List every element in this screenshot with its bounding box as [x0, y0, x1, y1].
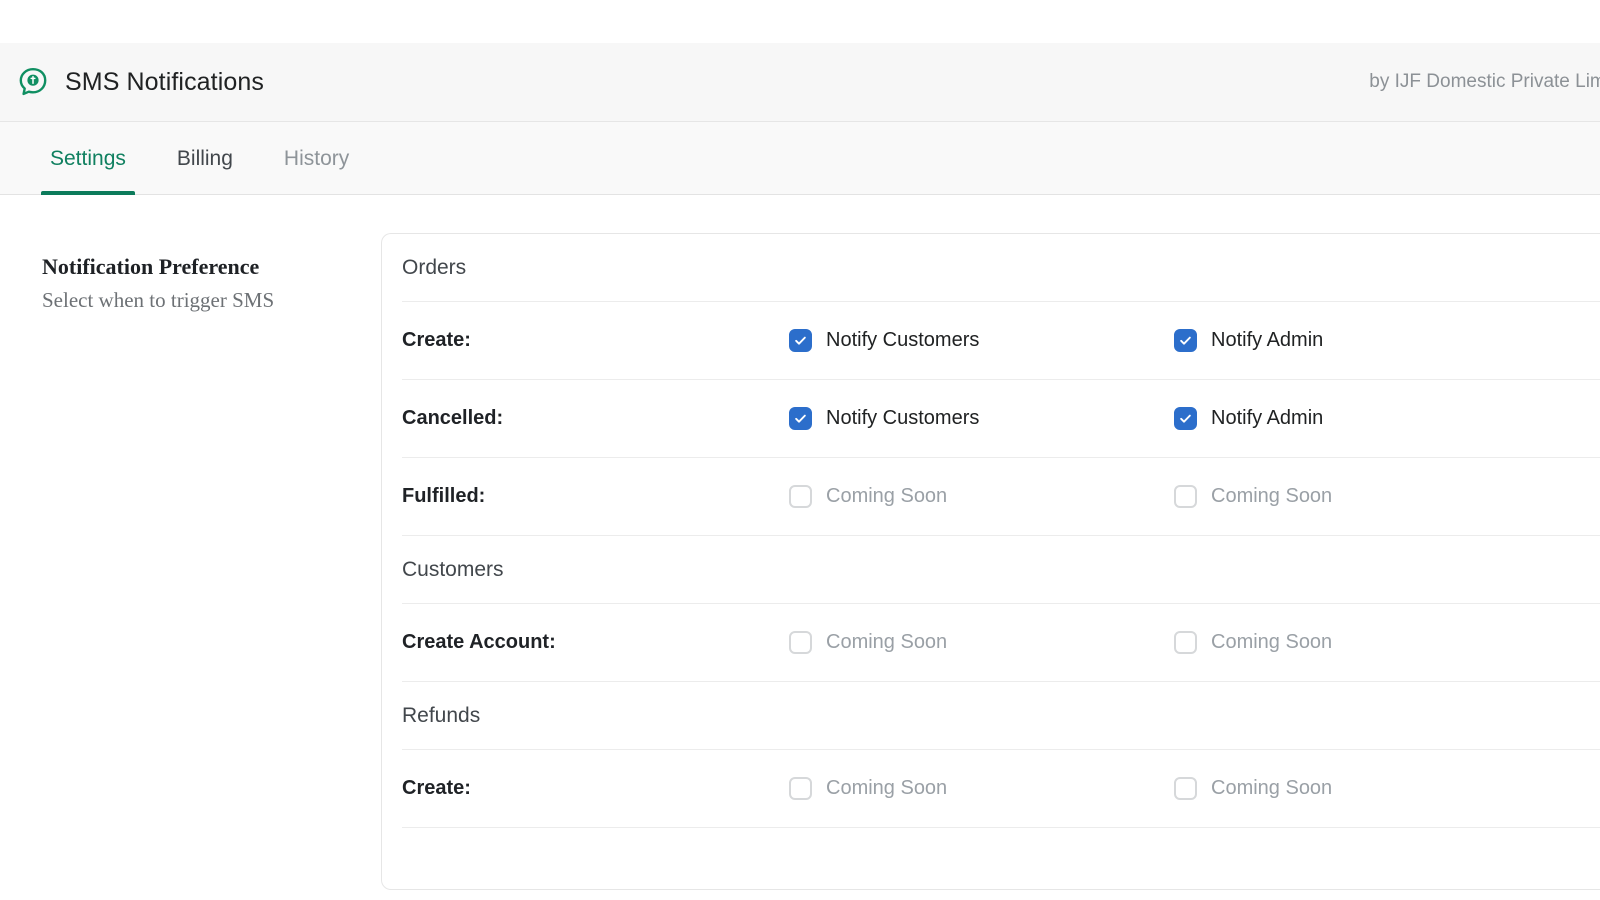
page-title: SMS Notifications	[65, 68, 264, 97]
option-label: Coming Soon	[1211, 777, 1332, 800]
section-header: Orders	[402, 234, 1600, 301]
option-label: Notify Admin	[1211, 329, 1323, 352]
coming-soon-option: Coming Soon	[789, 777, 1174, 800]
notify-option[interactable]: Notify Admin	[1174, 407, 1559, 430]
preference-row: Create Account: Coming Soon Coming Soon	[402, 604, 1600, 681]
option-label: Coming Soon	[1211, 631, 1332, 654]
notify-option[interactable]: Notify Customers	[789, 329, 1174, 352]
notification-preference-card: Orders Create: Notify Customers Notify Admi…	[381, 233, 1600, 890]
option-label: Coming Soon	[826, 631, 947, 654]
app-page: SMS Notifications by IJF Domestic Privat…	[0, 0, 1600, 900]
preference-row-label: Fulfilled:	[402, 485, 789, 508]
developer-credit: by IJF Domestic Private Limi	[1369, 71, 1600, 93]
section-header: Refunds	[402, 682, 1600, 749]
card-content: Orders Create: Notify Customers Notify Admi…	[382, 234, 1600, 828]
checkbox-unchecked-icon	[789, 777, 812, 800]
row-divider	[402, 827, 1600, 828]
tab-settings-label: Settings	[50, 147, 126, 171]
side-label-title: Notification Preference	[42, 253, 352, 281]
option-label: Notify Admin	[1211, 407, 1323, 430]
notify-option[interactable]: Notify Admin	[1174, 329, 1559, 352]
tab-history[interactable]: History	[275, 122, 358, 195]
option-label: Coming Soon	[826, 485, 947, 508]
checkbox-checked-icon[interactable]	[789, 407, 812, 430]
preference-row-label: Create:	[402, 329, 789, 352]
checkbox-unchecked-icon	[1174, 631, 1197, 654]
checkbox-unchecked-icon	[1174, 777, 1197, 800]
brand: SMS Notifications	[18, 67, 264, 97]
preference-row-label: Cancelled:	[402, 407, 789, 430]
coming-soon-option: Coming Soon	[1174, 631, 1559, 654]
app-header: SMS Notifications by IJF Domestic Privat…	[0, 43, 1600, 122]
side-label-subtitle: Select when to trigger SMS	[42, 287, 352, 314]
coming-soon-option: Coming Soon	[789, 631, 1174, 654]
preference-row-label: Create:	[402, 777, 789, 800]
top-white-strip	[0, 0, 1600, 43]
checkbox-checked-icon[interactable]	[1174, 329, 1197, 352]
preference-row: Create: Coming Soon Coming Soon	[402, 750, 1600, 827]
option-label: Coming Soon	[1211, 485, 1332, 508]
checkbox-checked-icon[interactable]	[1174, 407, 1197, 430]
tab-history-label: History	[284, 147, 349, 171]
coming-soon-option: Coming Soon	[1174, 485, 1559, 508]
tab-billing-label: Billing	[177, 147, 233, 171]
checkbox-unchecked-icon	[789, 631, 812, 654]
option-label: Notify Customers	[826, 329, 979, 352]
option-label: Coming Soon	[826, 777, 947, 800]
option-label: Notify Customers	[826, 407, 979, 430]
checkbox-checked-icon[interactable]	[789, 329, 812, 352]
notify-option[interactable]: Notify Customers	[789, 407, 1174, 430]
notification-preference-side-label: Notification Preference Select when to t…	[42, 253, 352, 314]
tab-bar: Settings Billing History	[0, 122, 1600, 195]
body-area: Notification Preference Select when to t…	[0, 195, 1600, 900]
tab-billing[interactable]: Billing	[168, 122, 242, 195]
section-header: Customers	[402, 536, 1600, 603]
checkbox-unchecked-icon	[789, 485, 812, 508]
coming-soon-option: Coming Soon	[789, 485, 1174, 508]
preference-row: Fulfilled: Coming Soon Coming Soon	[402, 458, 1600, 535]
sms-bubble-logo-icon	[18, 67, 48, 97]
preference-row: Create: Notify Customers Notify Admin	[402, 302, 1600, 379]
preference-row: Cancelled: Notify Customers Notify Admin	[402, 380, 1600, 457]
preference-row-label: Create Account:	[402, 631, 789, 654]
tab-settings[interactable]: Settings	[41, 122, 135, 195]
coming-soon-option: Coming Soon	[1174, 777, 1559, 800]
checkbox-unchecked-icon	[1174, 485, 1197, 508]
